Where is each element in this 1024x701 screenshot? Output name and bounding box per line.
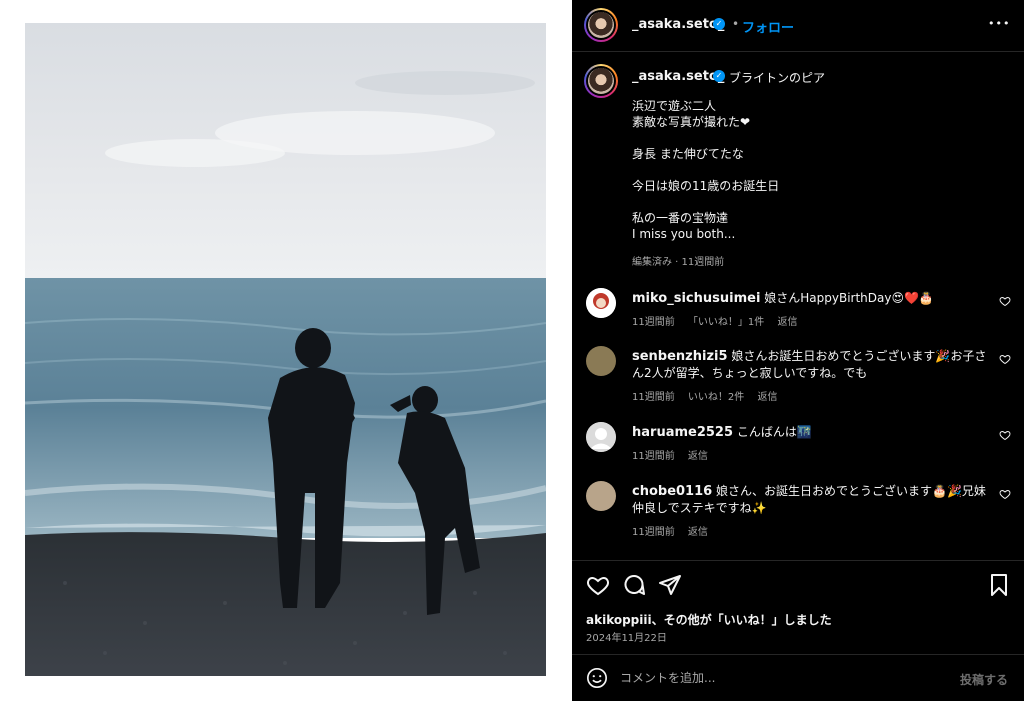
comment-body: senbenzhizi5 娘さんお誕生日おめでとうございます🎉お子さん2人が留学… bbox=[632, 348, 987, 382]
like-comment-icon[interactable] bbox=[999, 488, 1011, 500]
caption-line: 浜辺で遊ぶ二人 bbox=[632, 99, 717, 113]
commenter-avatar[interactable] bbox=[586, 346, 616, 376]
caption-line bbox=[632, 162, 1002, 178]
caption-avatar[interactable] bbox=[584, 64, 618, 98]
post-date: 2024年11月22日 bbox=[586, 633, 667, 644]
post-photo[interactable] bbox=[25, 23, 546, 676]
verified-badge-icon: ✓ bbox=[713, 18, 725, 30]
reply-button[interactable]: 返信 bbox=[688, 451, 708, 462]
like-comment-icon[interactable] bbox=[999, 295, 1011, 307]
caption-line: 身長 また伸びてたな bbox=[632, 147, 744, 161]
comment-meta: 11週間前 返信 bbox=[632, 523, 718, 538]
more-options-icon[interactable]: ••• bbox=[988, 17, 1010, 30]
commenter-avatar[interactable] bbox=[586, 422, 616, 452]
comment-item: chobe0116 娘さん、お誕生日おめでとうございます🎂🎉兄妹仲良しでステキで… bbox=[586, 481, 1011, 541]
comment-body: miko_sichusuimei 娘さんHappyBirthDay😍❤️🎂 bbox=[632, 290, 987, 307]
reply-button[interactable]: 返信 bbox=[757, 392, 777, 403]
comment-likes[interactable]: 「いいね！」1件 bbox=[688, 317, 764, 328]
share-icon[interactable] bbox=[658, 573, 682, 597]
likes-summary[interactable]: akikoppiii、その他が「いいね！」しました bbox=[586, 611, 832, 628]
photo-area bbox=[0, 0, 572, 701]
comment-time: 11週間前 bbox=[632, 317, 675, 328]
comment-text: こんばんは🌃 bbox=[736, 425, 812, 439]
comment-item: senbenzhizi5 娘さんお誕生日おめでとうございます🎉お子さん2人が留学… bbox=[586, 346, 1011, 406]
author-avatar[interactable] bbox=[584, 8, 618, 42]
commenter-username[interactable]: haruame2525 bbox=[632, 425, 733, 440]
caption-line bbox=[632, 130, 1002, 146]
caption-line: 私の一番の宝物達 bbox=[632, 211, 729, 225]
caption-meta: 編集済み · 11週間前 bbox=[632, 257, 725, 268]
reply-button[interactable]: 返信 bbox=[688, 527, 708, 538]
reply-button[interactable]: 返信 bbox=[777, 317, 797, 328]
follow-button[interactable]: フォロー bbox=[742, 17, 794, 36]
caption-line: 今日は娘の11歳のお誕生日 bbox=[632, 179, 780, 193]
comment-meta: 11週間前 返信 bbox=[632, 447, 718, 462]
commenter-avatar[interactable] bbox=[586, 481, 616, 511]
caption-line: 素敵な写真が撮れた❤ bbox=[632, 115, 751, 129]
commenter-username[interactable]: chobe0116 bbox=[632, 484, 712, 499]
post-location[interactable]: ブライトンのピア bbox=[729, 69, 825, 86]
author-username[interactable]: _asaka.seto_ bbox=[632, 17, 724, 32]
add-comment-bar: 投稿する bbox=[572, 654, 1024, 701]
caption-username[interactable]: _asaka.seto_ bbox=[632, 69, 724, 84]
header-separator: • bbox=[732, 17, 740, 31]
comment-time: 11週間前 bbox=[632, 392, 675, 403]
post-panel: _asaka.seto_ ✓ • フォロー ••• _asaka.seto_ ✓… bbox=[572, 0, 1024, 701]
commenter-username[interactable]: miko_sichusuimei bbox=[632, 291, 760, 306]
action-bar: akikoppiii、その他が「いいね！」しました 2024年11月22日 bbox=[572, 560, 1024, 654]
post-comment-button[interactable]: 投稿する bbox=[960, 671, 1008, 688]
emoji-icon[interactable] bbox=[586, 667, 608, 689]
post-header: _asaka.seto_ ✓ • フォロー ••• bbox=[572, 0, 1024, 52]
comment-time: 11週間前 bbox=[632, 527, 675, 538]
comment-item: miko_sichusuimei 娘さんHappyBirthDay😍❤️🎂 11… bbox=[586, 288, 1011, 338]
comment-icon[interactable] bbox=[622, 573, 646, 597]
comment-meta: 11週間前 いいね！2件 返信 bbox=[632, 388, 787, 403]
comment-likes[interactable]: いいね！2件 bbox=[688, 392, 744, 403]
comment-time: 11週間前 bbox=[632, 451, 675, 462]
comment-item: haruame2525 こんばんは🌃 11週間前 返信 bbox=[586, 422, 1011, 466]
like-icon[interactable] bbox=[586, 573, 610, 597]
commenter-username[interactable]: senbenzhizi5 bbox=[632, 349, 728, 364]
commenter-avatar[interactable] bbox=[586, 288, 616, 318]
caption-line bbox=[632, 194, 1002, 210]
caption-line: I miss you both... bbox=[632, 227, 736, 241]
comment-body: haruame2525 こんばんは🌃 bbox=[632, 424, 987, 441]
caption-text: 浜辺で遊ぶ二人 素敵な写真が撮れた❤ 身長 また伸びてたな 今日は娘の11歳のお… bbox=[632, 98, 1002, 242]
comment-meta: 11週間前 「いいね！」1件 返信 bbox=[632, 313, 807, 328]
like-comment-icon[interactable] bbox=[999, 429, 1011, 441]
comment-input[interactable] bbox=[620, 667, 940, 689]
comment-body: chobe0116 娘さん、お誕生日おめでとうございます🎂🎉兄妹仲良しでステキで… bbox=[632, 483, 987, 517]
save-bookmark-icon[interactable] bbox=[988, 573, 1010, 597]
caption-verified-icon: ✓ bbox=[713, 70, 725, 82]
comment-text: 娘さんHappyBirthDay😍❤️🎂 bbox=[764, 291, 934, 305]
like-comment-icon[interactable] bbox=[999, 353, 1011, 365]
